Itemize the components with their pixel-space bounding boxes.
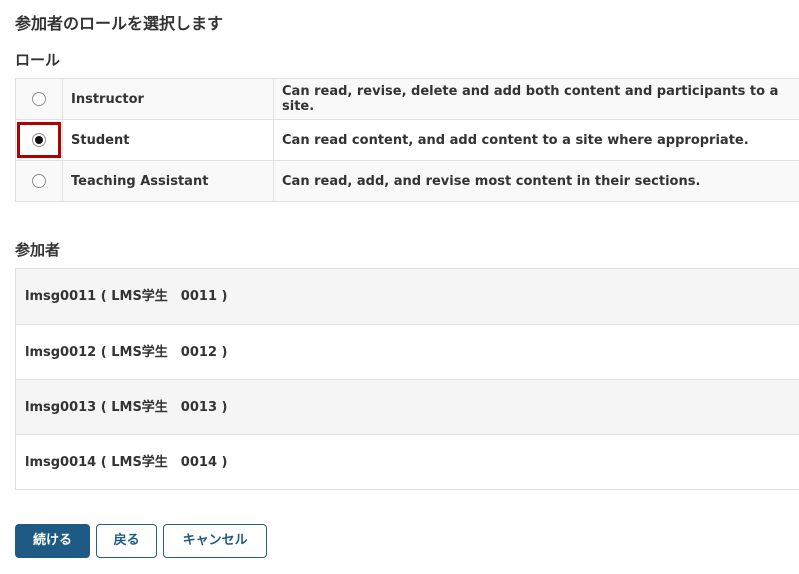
participant-item: lmsg0013 ( LMS学生 0013 ) xyxy=(16,379,799,434)
selection-highlight-box xyxy=(17,122,61,158)
role-radio-cell[interactable] xyxy=(15,160,63,202)
participant-item: lmsg0014 ( LMS学生 0014 ) xyxy=(16,434,799,489)
back-button[interactable]: 戻る xyxy=(96,524,158,558)
role-row-instructor[interactable]: Instructor Can read, revise, delete and … xyxy=(15,78,799,120)
role-row-student[interactable]: Student Can read content, and add conten… xyxy=(15,119,799,161)
role-radio-cell[interactable] xyxy=(15,78,63,120)
role-description: Can read, revise, delete and add both co… xyxy=(273,78,799,120)
role-description: Can read content, and add content to a s… xyxy=(273,119,799,161)
cancel-button[interactable]: キャンセル xyxy=(163,524,268,558)
action-buttons: 続ける 戻る キャンセル xyxy=(15,524,268,558)
role-name: Teaching Assistant xyxy=(62,160,274,202)
role-radio-instructor[interactable] xyxy=(32,92,46,106)
role-radio-cell[interactable] xyxy=(15,119,63,161)
role-radio-teaching-assistant[interactable] xyxy=(32,174,46,188)
participant-item: lmsg0011 ( LMS学生 0011 ) xyxy=(16,269,799,324)
roles-table: Instructor Can read, revise, delete and … xyxy=(15,78,799,202)
roles-heading: ロール xyxy=(15,51,61,69)
page-title: 参加者のロールを選択します xyxy=(15,14,224,33)
participants-heading: 参加者 xyxy=(15,241,61,259)
role-name: Student xyxy=(62,119,274,161)
role-description: Can read, add, and revise most content i… xyxy=(273,160,799,202)
participants-list: lmsg0011 ( LMS学生 0011 ) lmsg0012 ( LMS学生… xyxy=(15,268,799,490)
participant-item: lmsg0012 ( LMS学生 0012 ) xyxy=(16,324,799,379)
role-name: Instructor xyxy=(62,78,274,120)
role-row-teaching-assistant[interactable]: Teaching Assistant Can read, add, and re… xyxy=(15,160,799,202)
continue-button[interactable]: 続ける xyxy=(15,524,90,558)
